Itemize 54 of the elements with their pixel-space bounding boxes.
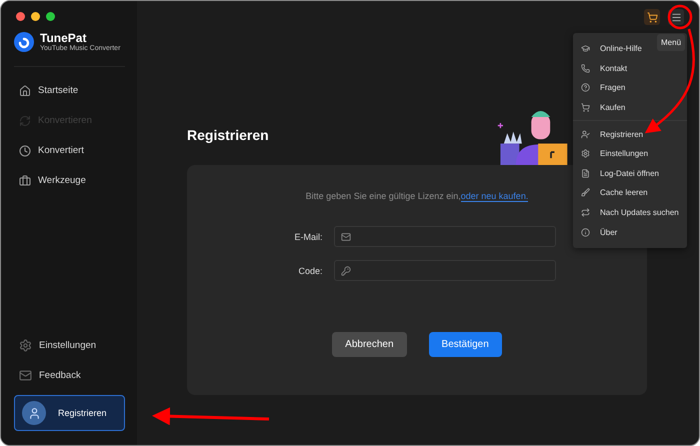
mail-icon xyxy=(19,369,32,382)
menu-item[interactable]: Über xyxy=(573,222,618,242)
menu-item[interactable]: Online-Hilfe xyxy=(573,39,642,59)
buy-link[interactable]: oder neu kaufen. xyxy=(460,191,528,202)
settings-icon xyxy=(19,339,32,352)
menu-item-icon xyxy=(581,64,590,73)
menu-item-icon xyxy=(581,228,590,237)
user-icon xyxy=(22,401,46,425)
app-logo-icon xyxy=(14,32,34,52)
menu-item[interactable]: Registrieren xyxy=(573,124,644,144)
menu-item[interactable]: Log-Datei öffnen xyxy=(573,164,660,184)
menu-icon xyxy=(670,12,682,22)
key-icon xyxy=(340,266,350,276)
field-label: E-Mail: xyxy=(293,232,322,242)
page-title: Registrieren xyxy=(187,127,269,143)
menu-item-icon xyxy=(581,208,590,218)
close-window-button[interactable] xyxy=(16,12,25,21)
menu-item[interactable]: Kaufen xyxy=(573,98,626,118)
register-button[interactable]: Registrieren xyxy=(14,395,125,431)
nav-icon xyxy=(19,144,31,156)
confirm-button[interactable]: Bestätigen xyxy=(428,332,502,357)
nav-item[interactable]: Startseite xyxy=(14,81,125,100)
cart-button[interactable] xyxy=(644,9,660,25)
menu-item-icon xyxy=(581,103,590,112)
nav-item[interactable]: Konvertiert xyxy=(14,141,125,160)
menu-item[interactable]: Einstellungen xyxy=(573,144,648,164)
menu-item-icon xyxy=(581,130,590,139)
license-prompt: Bitte geben Sie eine gültige Lizenz ein,oder neu kaufen. xyxy=(306,191,528,201)
nav-icon xyxy=(19,174,31,186)
menu-item-icon xyxy=(581,188,590,198)
nav-item[interactable]: Werkzeuge xyxy=(14,171,125,190)
menu-item-icon xyxy=(581,83,590,92)
cart-icon xyxy=(646,12,658,22)
input-field[interactable] xyxy=(334,260,556,281)
app-name: TunePat xyxy=(40,31,86,45)
nav-icon xyxy=(19,84,31,96)
maximize-window-button[interactable] xyxy=(46,12,55,21)
menu-item[interactable]: Nach Updates suchen xyxy=(573,202,679,222)
menu-item[interactable]: Kontakt xyxy=(573,58,628,78)
field-label: Code: xyxy=(297,266,322,276)
nav-icon xyxy=(19,114,31,126)
mail-icon xyxy=(340,232,350,242)
highlight-circle xyxy=(668,4,692,30)
input-field[interactable] xyxy=(334,226,556,247)
menu-item-icon xyxy=(581,149,590,158)
menu-item-icon xyxy=(581,168,590,178)
nav-item[interactable]: Feedback xyxy=(14,366,125,385)
menu-item[interactable]: Cache leeren xyxy=(573,183,648,203)
nav-item[interactable]: Einstellungen xyxy=(14,336,125,355)
cancel-button[interactable]: Abbrechen xyxy=(332,332,407,357)
menu-item[interactable]: Fragen xyxy=(573,78,626,98)
minimize-window-button[interactable] xyxy=(31,12,40,21)
menu-item-icon xyxy=(581,44,590,54)
tooltip: Menü xyxy=(657,34,686,51)
